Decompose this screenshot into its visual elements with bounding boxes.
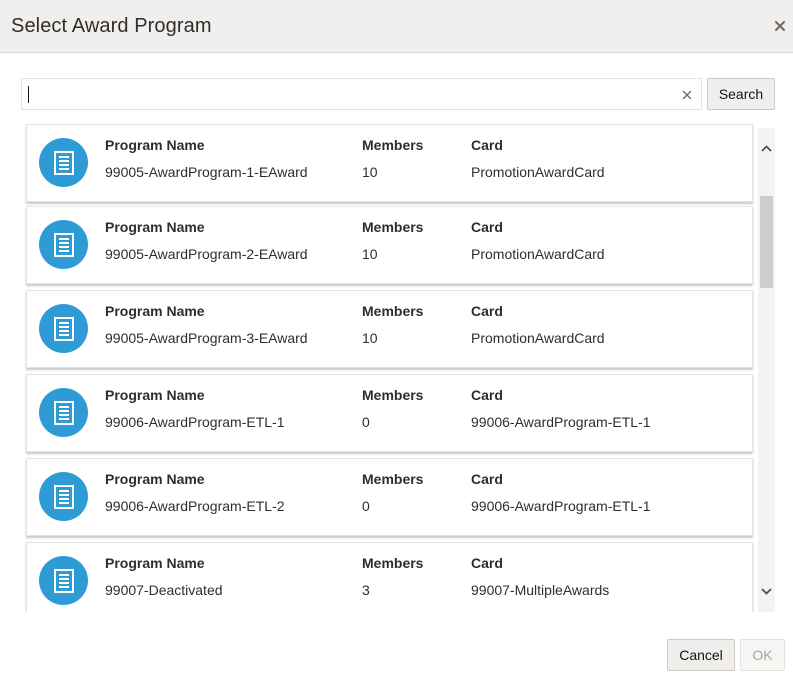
card-value: 99007-MultipleAwards [471,582,610,598]
program-name-label: Program Name [105,303,205,319]
text-caret [28,86,29,103]
clear-icon[interactable] [681,88,693,100]
program-card[interactable]: Program Name Members Card 99007-Deactiva… [26,542,753,612]
members-label: Members [362,555,424,571]
members-value: 0 [362,414,370,430]
card-label: Card [471,471,503,487]
program-document-icon [39,388,88,437]
search-field[interactable] [21,78,702,110]
card-value: PromotionAwardCard [471,164,605,180]
program-name-value: 99005-AwardProgram-1-EAward [105,164,308,180]
program-document-icon [39,220,88,269]
card-label: Card [471,555,503,571]
card-value: PromotionAwardCard [471,246,605,262]
search-input[interactable] [30,81,670,107]
card-value: PromotionAwardCard [471,330,605,346]
members-value: 10 [362,330,378,346]
program-name-value: 99005-AwardProgram-2-EAward [105,246,308,262]
program-name-value: 99005-AwardProgram-3-EAward [105,330,308,346]
program-document-icon [39,304,88,353]
program-list: Program Name Members Card 99005-AwardPro… [20,124,756,612]
members-value: 10 [362,164,378,180]
close-icon[interactable] [773,19,787,33]
members-label: Members [362,471,424,487]
card-label: Card [471,219,503,235]
program-name-value: 99006-AwardProgram-ETL-2 [105,498,285,514]
cancel-button[interactable]: Cancel [667,639,735,671]
card-label: Card [471,137,503,153]
program-document-icon [39,556,88,605]
program-card[interactable]: Program Name Members Card 99005-AwardPro… [26,290,753,368]
program-document-icon [39,472,88,521]
program-card[interactable]: Program Name Members Card 99006-AwardPro… [26,458,753,536]
members-label: Members [362,137,424,153]
program-card[interactable]: Program Name Members Card 99006-AwardPro… [26,374,753,452]
program-name-label: Program Name [105,555,205,571]
card-value: 99006-AwardProgram-ETL-1 [471,498,651,514]
card-value: 99006-AwardProgram-ETL-1 [471,414,651,430]
card-label: Card [471,387,503,403]
search-button[interactable]: Search [707,78,775,110]
members-value: 3 [362,582,370,598]
card-label: Card [471,303,503,319]
dialog-title: Select Award Program [11,15,212,37]
members-value: 10 [362,246,378,262]
program-name-value: 99006-AwardProgram-ETL-1 [105,414,285,430]
program-name-label: Program Name [105,219,205,235]
dialog-header: Select Award Program [0,0,793,53]
program-name-value: 99007-Deactivated [105,582,223,598]
vertical-scrollbar[interactable] [758,128,775,612]
scroll-down-icon[interactable] [760,584,773,598]
scroll-thumb[interactable] [760,196,773,288]
program-card[interactable]: Program Name Members Card 99005-AwardPro… [26,206,753,284]
program-name-label: Program Name [105,137,205,153]
members-label: Members [362,303,424,319]
members-value: 0 [362,498,370,514]
program-document-icon [39,138,88,187]
members-label: Members [362,387,424,403]
members-label: Members [362,219,424,235]
scroll-up-icon[interactable] [760,142,773,156]
program-name-label: Program Name [105,387,205,403]
program-name-label: Program Name [105,471,205,487]
ok-button[interactable]: OK [740,639,785,671]
program-card[interactable]: Program Name Members Card 99005-AwardPro… [26,124,753,202]
